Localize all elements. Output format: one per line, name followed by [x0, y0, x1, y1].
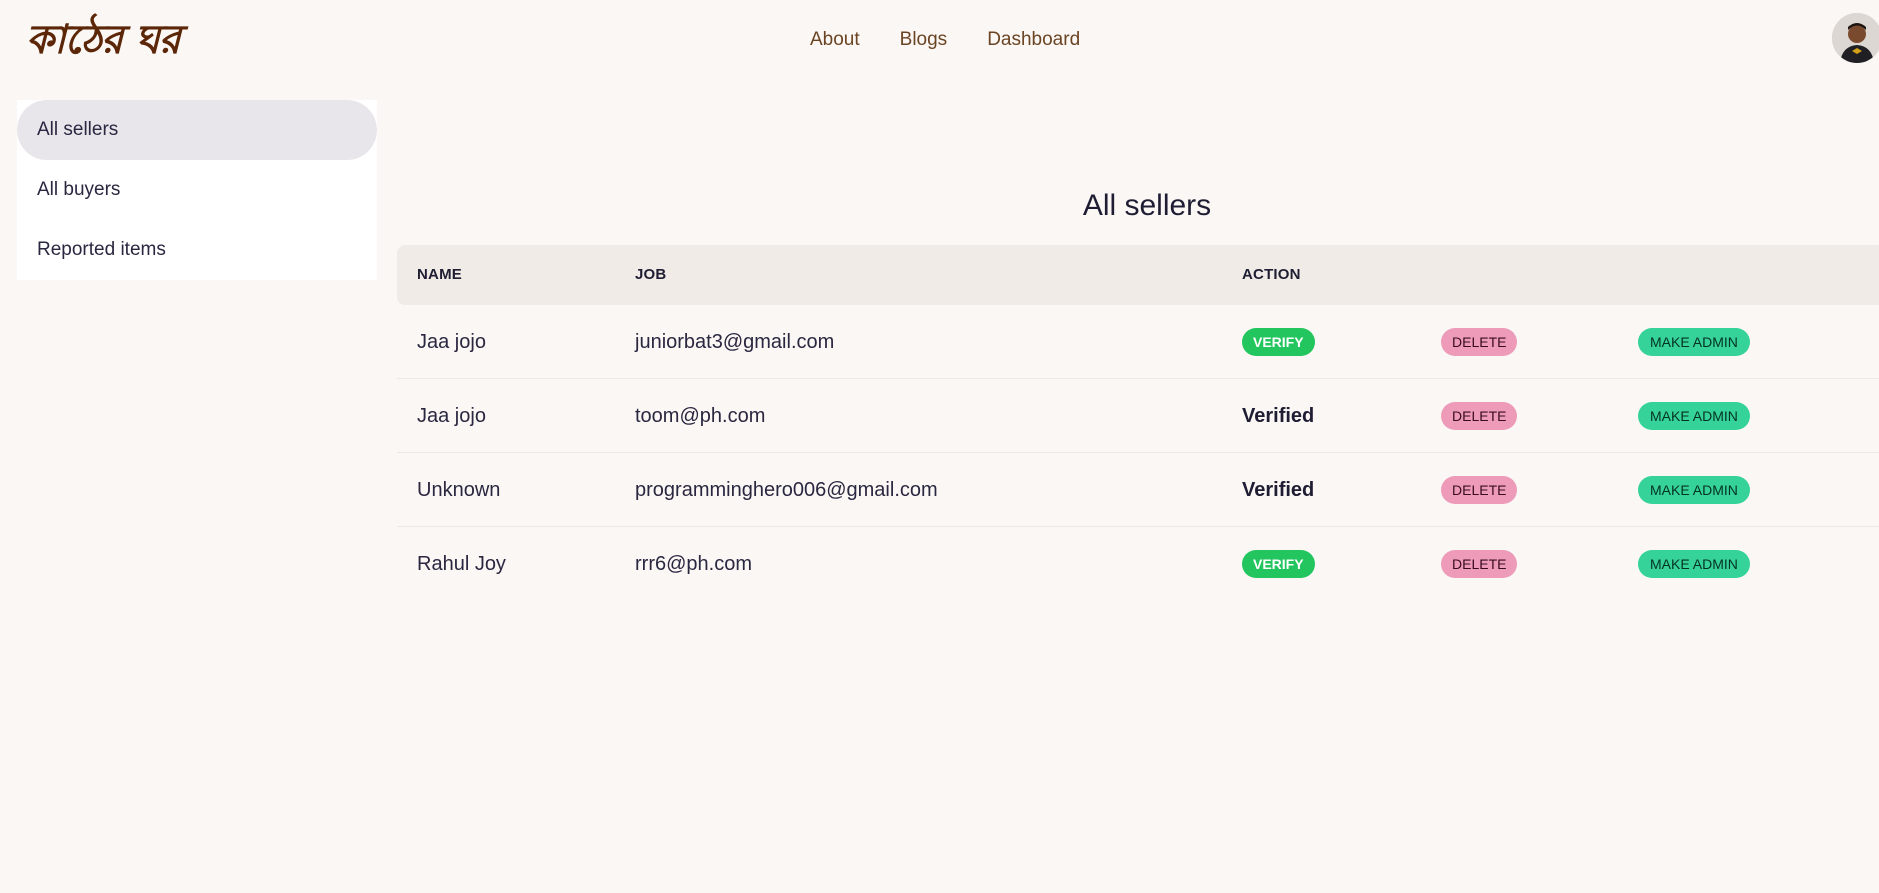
make-admin-button[interactable]: MAKE ADMIN — [1638, 328, 1750, 356]
delete-button[interactable]: DELETE — [1441, 550, 1518, 578]
make-admin-button[interactable]: MAKE ADMIN — [1638, 402, 1750, 430]
make-admin-button[interactable]: MAKE ADMIN — [1638, 476, 1750, 504]
delete-button[interactable]: DELETE — [1441, 476, 1518, 504]
seller-name: Jaa jojo — [417, 404, 486, 427]
seller-email: juniorbat3@gmail.com — [635, 330, 835, 353]
sidebar-item-all-sellers[interactable]: All sellers — [17, 100, 377, 160]
seller-name: Rahul Joy — [417, 552, 506, 575]
sidebar-item-reported-items[interactable]: Reported items — [17, 220, 377, 280]
make-admin-button[interactable]: MAKE ADMIN — [1638, 550, 1750, 578]
table-row: Jaa jojo juniorbat3@gmail.com VERIFY DEL… — [397, 305, 1879, 379]
seller-email: toom@ph.com — [635, 404, 766, 427]
verify-button[interactable]: VERIFY — [1242, 550, 1315, 578]
delete-button[interactable]: DELETE — [1441, 402, 1518, 430]
nav-link-blogs[interactable]: Blogs — [880, 24, 968, 56]
header-action: ACTION — [1242, 266, 1301, 283]
table-row: Rahul Joy rrr6@ph.com VERIFY DELETE MAKE… — [397, 527, 1879, 601]
avatar-image — [1832, 13, 1879, 63]
user-avatar[interactable] — [1832, 13, 1879, 63]
sidebar: All sellers All buyers Reported items — [17, 100, 377, 280]
brand-logo[interactable]: কাঠের ঘর — [26, 14, 181, 66]
seller-email: programminghero006@gmail.com — [635, 478, 938, 501]
sidebar-item-all-buyers[interactable]: All buyers — [17, 160, 377, 220]
verified-status: Verified — [1242, 478, 1315, 501]
nav-link-dashboard[interactable]: Dashboard — [967, 24, 1100, 56]
table-row: Jaa jojo toom@ph.com Verified DELETE MAK… — [397, 379, 1879, 453]
nav-links: About Blogs Dashboard — [790, 24, 1100, 56]
header-name: NAME — [417, 266, 462, 283]
seller-name: Unknown — [417, 478, 501, 501]
verify-button[interactable]: VERIFY — [1242, 328, 1315, 356]
nav-link-about[interactable]: About — [790, 24, 880, 56]
navbar: কাঠের ঘর About Blogs Dashboard — [0, 0, 1879, 80]
verified-status: Verified — [1242, 404, 1315, 427]
sellers-table: NAME JOB ACTION Jaa jojo juniorbat3@gmai… — [397, 245, 1879, 601]
seller-email: rrr6@ph.com — [635, 552, 752, 575]
table-header: NAME JOB ACTION — [397, 245, 1879, 305]
table-row: Unknown programminghero006@gmail.com Ver… — [397, 453, 1879, 527]
page-title: All sellers — [1082, 189, 1212, 222]
header-job: JOB — [635, 266, 667, 283]
seller-name: Jaa jojo — [417, 330, 486, 353]
delete-button[interactable]: DELETE — [1441, 328, 1518, 356]
